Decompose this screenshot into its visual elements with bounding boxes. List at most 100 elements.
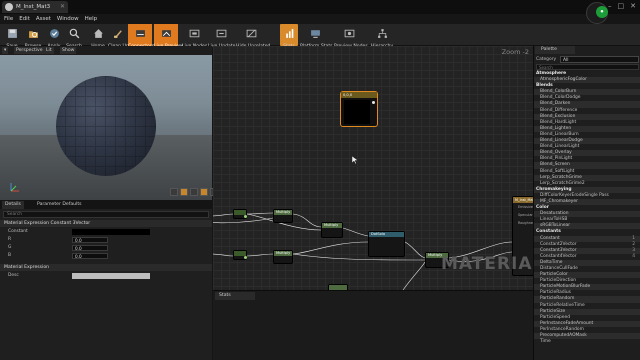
stats-button[interactable]: Stats [280,24,298,49]
material-graph[interactable]: Zoom -2 Multiply Multiply Multiply DotSo… [213,46,533,290]
document-tab-title: M_Inst_Mat3 [16,4,51,10]
palette-list: Atmosphere AtmosphericFogColor Blends Blend… [534,71,640,345]
multiply-node-3[interactable]: Multiply [321,222,343,238]
section-material-expression[interactable]: Material Expression [0,264,212,271]
palette-item-label: Time [540,339,551,345]
live-update-button[interactable]: Live Update [208,24,235,49]
g-value-input[interactable]: 0.0 [72,245,108,251]
r-value-input[interactable]: 0.0 [72,237,108,243]
apply-icon [49,29,59,38]
palette-item-label: Desaturation [540,211,569,217]
material-icon [5,3,13,11]
connectors-button[interactable]: Connectors [128,24,154,49]
palette-item-label: Blend_ColorDodge [540,95,581,101]
preview-viewport[interactable]: ▾ Perspective Lit Show [0,46,212,200]
param-node-1-out-pin[interactable] [244,215,247,218]
constant3vector-swatch [344,100,370,124]
constant3vector-out-pin[interactable] [372,101,375,104]
palette-item-label: PerInstanceRandom [540,326,584,332]
live-preview-button[interactable]: Live Preview [154,24,183,49]
palette-item-label: sRGBToLinear [540,223,571,229]
menu-file[interactable]: File [4,14,13,24]
palette-item-label: AtmosphericFogColor [540,77,587,83]
document-tab[interactable]: M_Inst_Mat3 ✕ [2,1,68,13]
palette-item-label: Blend_Difference [540,107,578,113]
clean-up-icon [113,30,122,38]
constant-color-swatch[interactable] [72,229,150,235]
save-button[interactable]: Save [2,24,22,49]
tab-stats[interactable]: Stats [215,292,255,300]
palette-panel: Palette Category All Search Atmosphere At… [533,46,640,360]
lit-button[interactable]: Lit [44,47,54,54]
tab-palette[interactable]: Palette [535,46,575,54]
palette-item-label: Blend_SoftLight [540,168,575,174]
dot-node[interactable]: DotSolo [368,231,405,257]
b-value-input[interactable]: 0.0 [72,253,108,259]
constant3vector-node[interactable]: 0,0,0 [340,91,378,127]
palette-item-label: Blend_Darken [540,101,571,107]
minimize-icon[interactable]: – [608,2,612,10]
param-node-2[interactable] [233,250,247,260]
title-bar [0,0,640,14]
section-constant-3vector[interactable]: Material Expression Constant 3Vector [0,220,212,227]
source-control-badge-icon[interactable]: • [596,6,608,18]
multiply-node-2[interactable]: Multiply [273,250,293,264]
home-button[interactable]: Home [88,24,108,49]
save-icon [7,29,17,38]
show-button[interactable]: Show [60,47,77,54]
tab-parameter-defaults[interactable]: Parameter Defaults [34,201,85,209]
hierarchy-button[interactable]: Hierarchy [370,24,394,49]
details-search-input[interactable]: Search [3,211,209,218]
desc-input[interactable] [72,273,150,279]
preview-nodes-button[interactable]: Preview Nodes [334,24,368,49]
palette-search-input[interactable]: Search [536,64,639,70]
result-pin-emissive[interactable]: Emissive [513,203,533,211]
palette-item-label: Blend_Screen [540,162,570,168]
sphere-preview-icon[interactable] [180,188,188,196]
menu-window[interactable]: Window [57,14,79,24]
palette-item-label: Color [536,205,549,211]
palette-item-label: ParticleSpeed [540,314,570,320]
menu-help[interactable]: Help [85,14,98,24]
result-pin-roughness[interactable]: Roughness [513,219,533,227]
cylinder-preview-icon[interactable] [170,188,178,196]
close-tab-icon[interactable]: ✕ [60,1,65,13]
live-nodes-button[interactable]: Live Nodes [182,24,207,49]
plane-preview-icon[interactable] [190,188,198,196]
close-window-icon[interactable]: ✕ [630,2,636,10]
constant3vector-node-title: 0,0,0 [341,92,377,98]
param-node-1[interactable] [233,209,247,219]
param-node-2-out-pin[interactable] [244,256,247,259]
palette-category-select[interactable]: All [560,56,639,63]
palette-item-label: Constant3Vector [540,247,577,253]
g-label: G [8,245,12,250]
tab-details[interactable]: Details [2,201,24,209]
browse-button[interactable]: Browse [22,24,44,49]
palette-item-label: Lerp_ScratchGrime2 [540,180,585,186]
multiply-node-1[interactable]: Multiply [273,209,293,223]
viewport-options-bar: ▾ Perspective Lit Show [0,46,212,55]
cube-preview-icon[interactable] [200,188,208,196]
palette-item[interactable]: Time [534,339,640,345]
palette-item-label: Blend_LinearLight [540,144,580,150]
maximize-icon[interactable]: □ [618,2,625,10]
platform-stats-button[interactable]: Platform Stats [300,24,333,49]
live-preview-icon [161,30,171,37]
palette-item-label: PrecomputedAOMask [540,333,587,339]
result-pin-specular[interactable]: Specular [513,211,533,219]
viewport-menu-icon[interactable]: ▾ [2,47,9,54]
perspective-button[interactable]: Perspective [14,47,45,54]
hide-unrelated-button[interactable]: Hide Unrelated [236,24,270,49]
clean-up-button[interactable]: Clean Up [108,24,129,49]
apply-button[interactable]: Apply [44,24,64,49]
home-icon [93,29,103,38]
palette-item-label: ParticleMotionBlurFade [540,284,591,290]
menu-asset[interactable]: Asset [36,14,51,24]
mouse-cursor-icon [352,156,358,164]
g-row: G 0.0 [0,244,212,252]
dot-node-title: DotSolo [369,232,404,237]
menu-edit[interactable]: Edit [19,14,30,24]
search-button[interactable]: Search [64,24,84,49]
graph-watermark: MATERIAL [441,254,533,274]
palette-item-label: MF_Chromakeyer [540,198,578,204]
